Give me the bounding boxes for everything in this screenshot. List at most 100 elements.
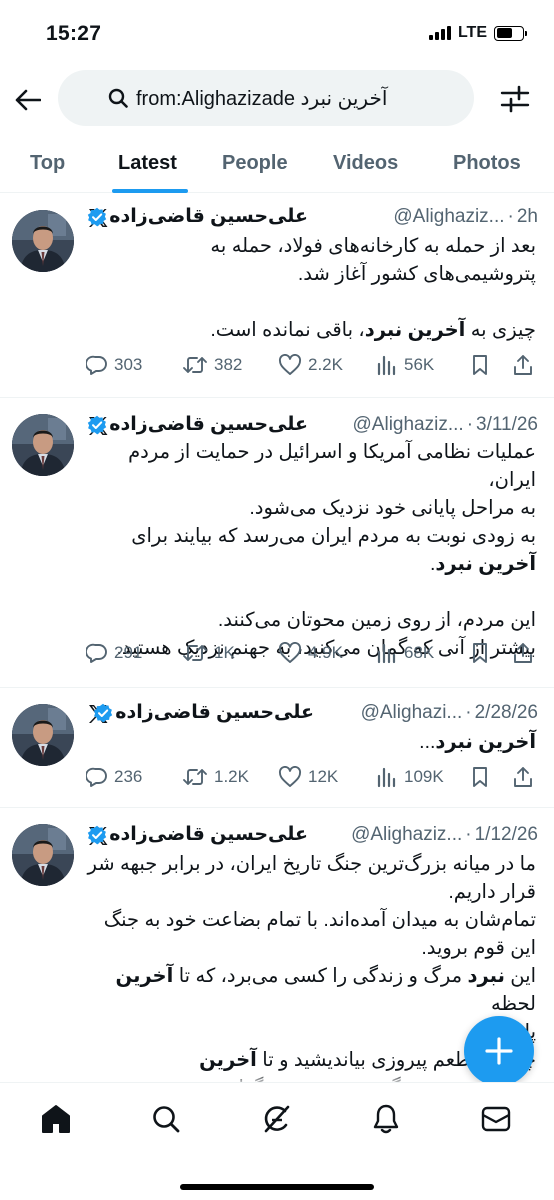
tweet[interactable]: @Alighaziz... · 2h علی‌حسین قاضی‌زاده بع… <box>0 194 554 398</box>
heart-icon <box>278 642 302 664</box>
author-block: علی‌حسین قاضی‌زاده <box>85 823 312 846</box>
author-block: علی‌حسین قاضی‌زاده <box>85 205 312 228</box>
tweet[interactable]: @Alighazi... · 2/28/26 علی‌حسین قاضی‌زاد… <box>0 688 554 808</box>
search-query: from:Alighazizade آخرین نبرد <box>136 87 388 110</box>
tab-people[interactable]: People <box>222 135 288 192</box>
text-segment: مرگ و زندگی را کسی می‌برد، که تا <box>173 965 468 987</box>
views-button[interactable]: 68K <box>376 642 434 664</box>
signal-icon <box>428 26 451 40</box>
text-segment: پتروشیمی‌های کشور آغاز شد. <box>297 263 536 285</box>
avatar[interactable] <box>12 704 74 766</box>
tweet-header: @Alighazi... · 2/28/26 علی‌حسین قاضی‌زاد… <box>86 702 538 728</box>
tweet-line: این قوم بروید. <box>80 934 536 962</box>
like-count: 12K <box>308 767 339 786</box>
bookmark-button[interactable] <box>470 354 490 376</box>
text-segment: لحظه <box>491 993 536 1015</box>
tweet-line <box>80 578 536 606</box>
tab-latest[interactable]: Latest <box>118 135 177 192</box>
text-segment: چیزی به <box>465 319 536 341</box>
tweet-line: چیزی به آخرین نبرد، باقی نمانده است. <box>80 316 536 344</box>
author-handle[interactable]: @Alighaziz... <box>353 414 464 436</box>
views-button[interactable]: 56K <box>376 354 434 376</box>
tab-top[interactable]: Top <box>30 135 65 192</box>
compose-button[interactable] <box>464 1016 534 1086</box>
like-button[interactable]: 2.2K <box>278 354 343 376</box>
highlight-term: نبرد <box>467 965 505 987</box>
tweet-line: به زودی نوبت به مردم ایران می‌رسد که بیا… <box>80 522 536 550</box>
reply-count: 303 <box>114 355 143 374</box>
nav-notifications[interactable] <box>366 1099 406 1139</box>
tab-photos[interactable]: Photos <box>453 135 521 192</box>
text-segment: این قوم بروید. <box>421 937 536 959</box>
repost-icon <box>182 642 208 664</box>
bookmark-button[interactable] <box>470 642 490 664</box>
share-button[interactable] <box>512 642 534 664</box>
tweet[interactable]: @Alighaziz... · 3/11/26 علی‌حسین قاضی‌زا… <box>0 398 554 688</box>
verified-badge-icon <box>87 207 107 227</box>
repost-button[interactable]: 1K <box>182 642 235 664</box>
tweet-time[interactable]: 3/11/26 <box>476 414 538 436</box>
nav-messages[interactable] <box>476 1099 516 1139</box>
author-name[interactable]: علی‌حسین قاضی‌زاده <box>109 413 308 436</box>
nav-explore[interactable] <box>146 1099 186 1139</box>
reply-button[interactable]: 291 <box>86 642 142 664</box>
author-name[interactable]: علی‌حسین قاضی‌زاده <box>115 701 314 724</box>
tweet-time[interactable]: 2/28/26 <box>475 702 538 724</box>
author-name[interactable]: علی‌حسین قاضی‌زاده <box>109 823 308 846</box>
search-tabs: Top Latest People Videos Photos <box>0 135 554 193</box>
reply-icon <box>86 642 108 664</box>
tweet-actions: 291 1K 4.9K 68K <box>86 638 540 668</box>
status-indicators: LTE <box>428 24 527 42</box>
tab-videos[interactable]: Videos <box>333 135 398 192</box>
grok-icon <box>264 1105 290 1133</box>
plus-icon <box>485 1037 513 1065</box>
tweet-header: @Alighaziz... · 2h علی‌حسین قاضی‌زاده <box>86 206 538 232</box>
text-segment: تمام‌شان به میدان آمده‌اند. با تمام بضاع… <box>103 909 536 931</box>
tweet-text: عملیات نظامی آمریکا و اسرائیل در حمایت ا… <box>80 438 536 662</box>
text-segment: ، باقی نمانده است. <box>210 319 365 341</box>
tweet-text: بعد از حمله به کارخانه‌های فولاد، حمله ب… <box>80 232 536 344</box>
author-handle[interactable]: @Alighaziz... <box>351 824 462 846</box>
like-button[interactable]: 12K <box>278 766 338 788</box>
avatar[interactable] <box>12 210 74 272</box>
tweet-text: آخرین نبرد... <box>80 728 536 756</box>
share-button[interactable] <box>512 766 534 788</box>
tweet-line: این مردم، از روی زمین محوتان می‌کنند. <box>80 606 536 634</box>
tweet-line: عملیات نظامی آمریکا و اسرائیل در حمایت ا… <box>80 438 536 494</box>
like-button[interactable]: 4.9K <box>278 642 343 664</box>
reply-button[interactable]: 236 <box>86 766 142 788</box>
meta-separator: · <box>507 206 514 227</box>
bookmark-icon <box>470 354 490 376</box>
avatar[interactable] <box>12 414 74 476</box>
tweet-time[interactable]: 2h <box>517 206 538 228</box>
filter-button[interactable] <box>500 84 530 114</box>
reply-button[interactable]: 303 <box>86 354 142 376</box>
meta-separator: · <box>466 414 474 435</box>
tweet-meta: @Alighaziz... · 2h <box>389 206 538 228</box>
author-name[interactable]: علی‌حسین قاضی‌زاده <box>109 205 308 228</box>
author-handle[interactable]: @Alighaziz... <box>393 206 504 228</box>
views-button[interactable]: 109K <box>376 766 444 788</box>
nav-grok[interactable] <box>256 1099 296 1139</box>
share-button[interactable] <box>512 354 534 376</box>
messages-envelope-icon <box>481 1106 511 1132</box>
highlight-term: آخرین نبرد <box>435 553 536 575</box>
repost-button[interactable]: 382 <box>182 354 242 376</box>
author-handle[interactable]: @Alighazi... <box>361 702 463 724</box>
heart-icon <box>278 354 302 376</box>
text-segment: این مردم، از روی زمین محوتان می‌کنند. <box>217 609 536 631</box>
repost-button[interactable]: 1.2K <box>182 766 249 788</box>
repost-count: 382 <box>214 355 243 374</box>
views-chart-icon <box>376 354 398 376</box>
tweet-time[interactable]: 1/12/26 <box>475 824 538 846</box>
bookmark-icon <box>470 642 490 664</box>
avatar[interactable] <box>12 824 74 886</box>
back-button[interactable] <box>10 82 46 118</box>
bookmark-button[interactable] <box>470 766 490 788</box>
verified-badge-icon <box>93 703 113 723</box>
tweet-line: تمام‌شان به میدان آمده‌اند. با تمام بضاع… <box>80 906 536 934</box>
views-count: 68K <box>404 643 435 662</box>
search-input[interactable]: from:Alighazizade آخرین نبرد <box>58 70 474 126</box>
tweet-header: @Alighaziz... · 1/12/26 علی‌حسین قاضی‌زا… <box>86 824 538 850</box>
nav-home[interactable] <box>36 1099 76 1139</box>
